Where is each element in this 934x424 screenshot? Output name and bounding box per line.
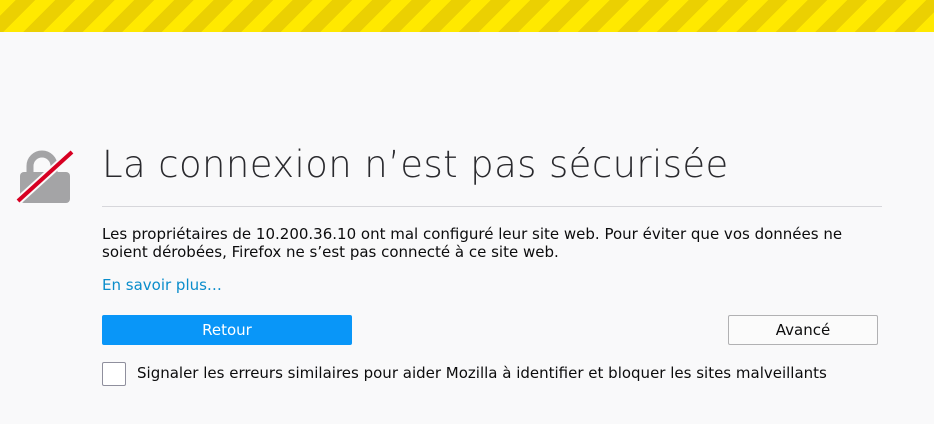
back-button[interactable]: Retour: [102, 315, 352, 345]
broken-lock-icon: [15, 149, 75, 204]
error-description: Les propriétaires de 10.200.36.10 ont ma…: [102, 225, 843, 261]
page-title: La connexion n’est pas sécurisée: [102, 143, 729, 186]
report-errors-label[interactable]: Signaler les erreurs similaires pour aid…: [137, 364, 827, 382]
advanced-button[interactable]: Avancé: [728, 315, 878, 345]
warning-stripe: [0, 0, 934, 32]
report-errors-checkbox[interactable]: [102, 362, 126, 386]
title-divider: [102, 206, 882, 207]
learn-more-link[interactable]: En savoir plus…: [102, 276, 222, 294]
